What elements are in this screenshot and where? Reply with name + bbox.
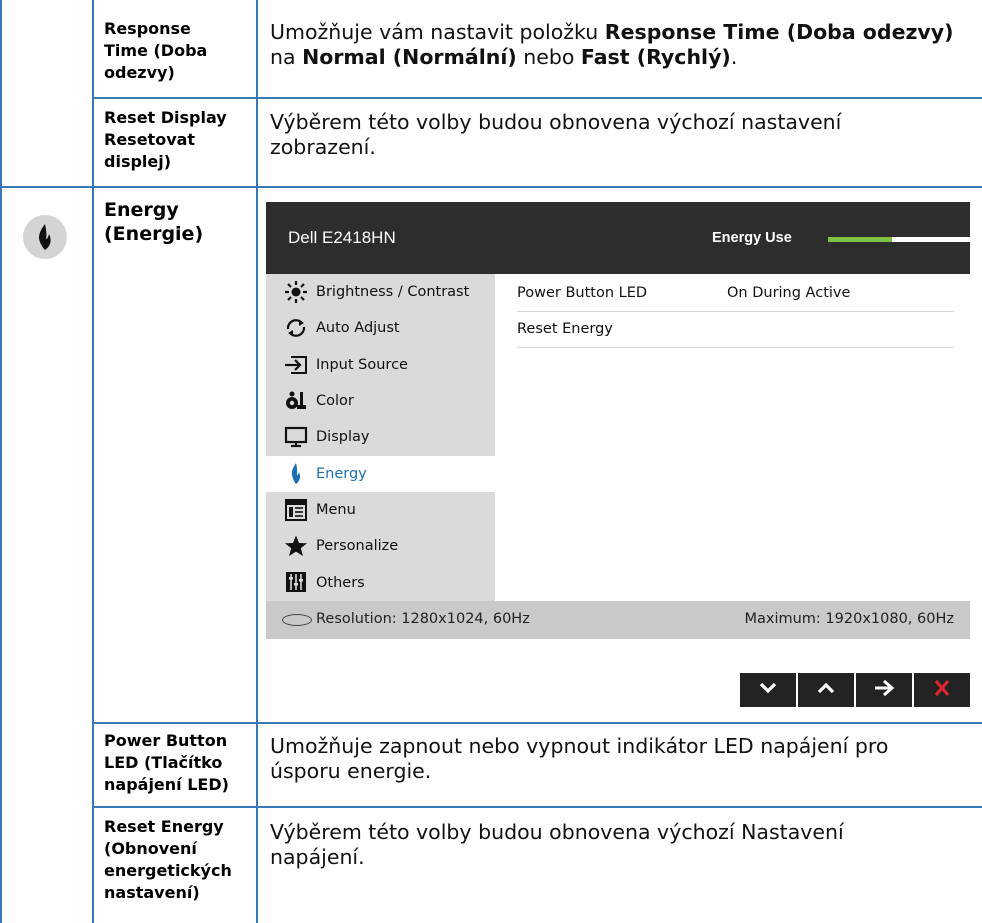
close-icon: [931, 677, 953, 704]
up-arrow-icon: [815, 677, 837, 704]
bold-term: Normal (Normální): [302, 45, 517, 69]
color-icon: [284, 389, 308, 413]
up-button[interactable]: [798, 673, 854, 707]
osd-model-title: Dell E2418HN: [288, 228, 396, 247]
osd-menu-item-color[interactable]: Color: [266, 383, 495, 419]
exit-button[interactable]: [914, 673, 970, 707]
table-col-divider-2: [256, 0, 258, 923]
response-time-description: Umožňuje vám nastavit položku Response T…: [270, 20, 970, 70]
energy-icon: [284, 462, 308, 486]
others-icon: [284, 570, 308, 594]
osd-menu-item-label: Input Source: [316, 356, 408, 373]
star-icon: [284, 534, 308, 558]
option-value: On During Active: [727, 285, 851, 301]
energy-use-meter-fill: [828, 237, 892, 242]
reset-energy-description: Výběrem této volby budou obnovena výchoz…: [270, 820, 844, 869]
bold-term: Response Time (Doba odezvy): [604, 20, 954, 44]
osd-menu-item-label: Others: [316, 574, 365, 591]
energy-label: Energy (Energie): [104, 199, 204, 245]
power-button-led-label: Power Button LED (Tlačítko napájení LED): [104, 731, 229, 794]
text-segment: .: [730, 45, 738, 69]
row-divider: [92, 722, 982, 724]
osd-menu-item-auto-adjust[interactable]: Auto Adjust: [266, 310, 495, 346]
down-arrow-icon: [757, 677, 779, 704]
down-button[interactable]: [740, 673, 796, 707]
reset-display-description: Výběrem této volby budou obnovena výchoz…: [270, 110, 842, 159]
text-segment: nebo: [516, 45, 581, 69]
osd-menu-item-brightness[interactable]: Brightness / Contrast: [266, 274, 495, 310]
option-label: Power Button LED: [517, 285, 648, 301]
osd-header: Dell E2418HN Energy Use: [266, 202, 970, 274]
row-divider: [92, 97, 982, 99]
osd-menu-item-label: Personalize: [316, 538, 399, 555]
text-segment: na: [270, 45, 303, 69]
auto-adjust-icon: [284, 316, 308, 340]
osd-menu-item-input-source[interactable]: Input Source: [266, 347, 495, 383]
energy-flame-icon: [23, 215, 67, 259]
osd-menu-item-personalize[interactable]: Personalize: [266, 528, 495, 564]
reset-display-label: Reset Display Resetovat displej): [104, 108, 227, 171]
osd-menu-screenshot: Dell E2418HN Energy Use Brightness / Con…: [266, 202, 970, 648]
table-col-divider-1: [92, 0, 94, 923]
osd-menu-item-energy[interactable]: Energy: [266, 455, 495, 492]
table-left-border: [0, 0, 2, 923]
osd-main-menu: Brightness / Contrast Auto Adjust Input …: [266, 274, 495, 601]
brightness-icon: [284, 280, 308, 304]
display-icon: [284, 425, 308, 449]
osd-option-power-button-led[interactable]: Power Button LED On During Active: [517, 276, 954, 312]
osd-menu-item-label: Menu: [316, 501, 356, 518]
maximum-resolution: Maximum: 1920x1080, 60Hz: [744, 611, 954, 627]
osd-menu-item-menu[interactable]: Menu: [266, 492, 495, 528]
osd-menu-item-label: Brightness / Contrast: [316, 284, 470, 301]
osd-energy-submenu: Power Button LED On During Active Reset …: [495, 274, 970, 601]
osd-menu-item-label: Auto Adjust: [316, 320, 400, 337]
right-arrow-icon: [873, 677, 895, 704]
enter-button[interactable]: [856, 673, 912, 707]
response-time-label: Response Time (Doba odezvy): [104, 19, 208, 82]
row-divider: [92, 806, 982, 808]
current-resolution: Resolution: 1280x1024, 60Hz: [316, 611, 530, 627]
osd-status-bar: Resolution: 1280x1024, 60Hz Maximum: 192…: [266, 601, 970, 639]
osd-menu-item-label: Color: [316, 393, 354, 410]
row-divider: [0, 186, 982, 188]
energy-use-meter: [828, 237, 970, 242]
osd-menu-item-others[interactable]: Others: [266, 564, 495, 600]
osd-menu-item-label: Display: [316, 429, 370, 446]
osd-menu-item-label: Energy: [316, 465, 367, 482]
power-button-led-description: Umožňuje zapnout nebo vypnout indikátor …: [270, 734, 889, 783]
resolution-icon: [282, 614, 312, 626]
text-segment: Umožňuje vám nastavit položku: [270, 20, 605, 44]
bold-term: Fast (Rychlý): [580, 45, 731, 69]
osd-option-reset-energy[interactable]: Reset Energy: [517, 312, 954, 348]
option-label: Reset Energy: [517, 321, 613, 337]
energy-use-label: Energy Use: [712, 230, 792, 246]
osd-menu-item-display[interactable]: Display: [266, 419, 495, 455]
reset-energy-label: Reset Energy (Obnovení energetických nas…: [104, 817, 232, 902]
input-source-icon: [284, 353, 308, 377]
menu-icon: [284, 498, 308, 522]
